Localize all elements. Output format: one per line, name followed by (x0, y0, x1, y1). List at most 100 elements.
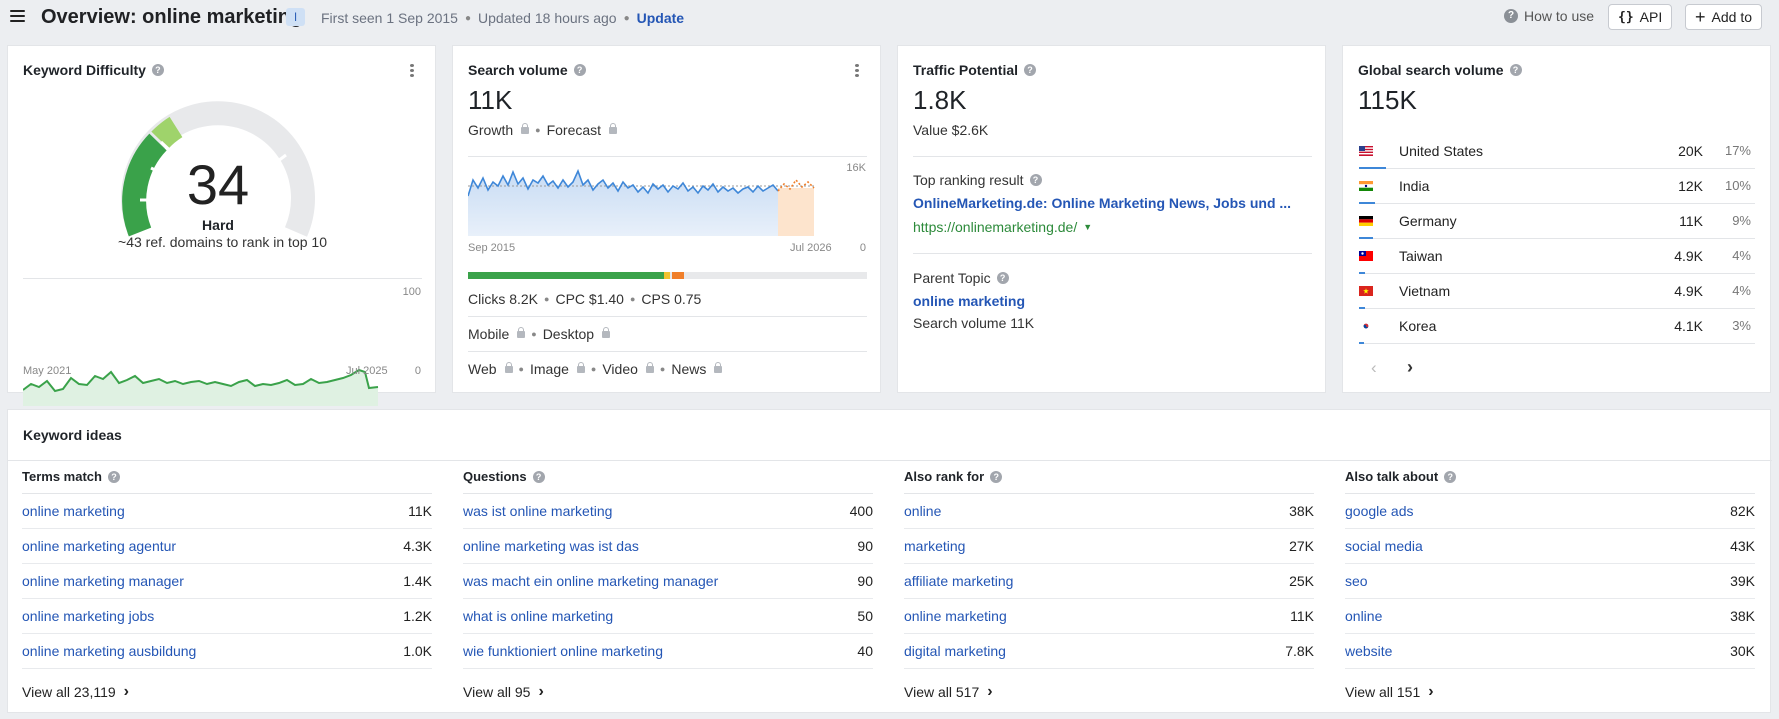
row-divider (913, 156, 1312, 157)
api-button[interactable]: {} API (1608, 4, 1673, 30)
braces-icon: {} (1618, 9, 1634, 25)
help-icon[interactable]: ? (1029, 174, 1042, 186)
country-volume: 4.9K (1674, 283, 1703, 299)
help-icon[interactable]: ? (996, 272, 1009, 284)
chevron-right-icon: › (1428, 683, 1434, 700)
keyword-idea-link[interactable]: online marketing (904, 608, 1007, 624)
lock-icon (602, 326, 611, 338)
help-icon[interactable]: ? (1444, 470, 1457, 483)
lock-icon (517, 326, 526, 338)
keyword-idea-link[interactable]: online (1345, 608, 1382, 624)
keyword-idea-link[interactable]: google ads (1345, 503, 1414, 519)
update-link[interactable]: Update (637, 10, 684, 26)
kd-chart-max: 100 (402, 286, 421, 298)
global-volume-label: Global search volume (1358, 62, 1504, 78)
keyword-idea-link[interactable]: website (1345, 643, 1392, 659)
keyword-idea-row: was macht ein online marketing manager 90 (463, 564, 873, 599)
info-badge[interactable]: I (286, 8, 305, 26)
keyword-idea-link[interactable]: what is online marketing (463, 608, 613, 624)
help-icon: ? (1504, 9, 1518, 23)
page-meta: First seen 1 Sep 2015 ● Updated 18 hours… (321, 10, 684, 26)
country-row[interactable]: Vietnam 4.9K 4% (1359, 274, 1755, 309)
caret-down-icon[interactable]: ▼ (1083, 222, 1092, 232)
difficulty-description: ~43 ref. domains to rank in top 10 (118, 234, 327, 250)
keyword-idea-row: social media 43K (1345, 529, 1755, 564)
keyword-idea-link[interactable]: online marketing agentur (22, 538, 176, 554)
view-all-link[interactable]: View all 23,119 › (22, 683, 129, 701)
top-result-url-row[interactable]: https://onlinemarketing.de/ ▼ (913, 219, 1092, 235)
country-name: Taiwan (1399, 248, 1443, 264)
row-divider (22, 668, 432, 669)
forecast-label: Forecast (546, 122, 602, 138)
country-row[interactable]: Korea 4.1K 3% (1359, 309, 1755, 344)
more-options-icon[interactable] (855, 64, 859, 78)
view-all-link[interactable]: View all 95 › (463, 683, 544, 701)
ideas-column-heading: Also talk about? (1345, 469, 1457, 484)
more-options-icon[interactable] (410, 64, 414, 78)
top-ranking-label-row: Top ranking result ? (913, 172, 1042, 188)
country-row[interactable]: Germany 11K 9% (1359, 204, 1755, 239)
keyword-idea-volume: 4.3K (403, 538, 432, 554)
keyword-idea-link[interactable]: online marketing manager (22, 573, 184, 589)
cpc-value: CPC $1.40 (555, 291, 624, 307)
country-row[interactable]: Taiwan 4.9K 4% (1359, 239, 1755, 274)
keyword-idea-row: website 30K (1345, 634, 1755, 669)
country-volume: 12K (1678, 178, 1703, 194)
keyword-idea-volume: 39K (1730, 573, 1755, 589)
top-result-title-link[interactable]: OnlineMarketing.de: Online Marketing New… (913, 195, 1291, 211)
keyword-idea-volume: 50 (857, 608, 873, 624)
next-page-icon[interactable]: › (1407, 357, 1413, 378)
separator-dot: ● (464, 12, 472, 24)
country-share-bar (1359, 342, 1364, 344)
help-icon[interactable]: ? (532, 470, 545, 483)
keyword-idea-link[interactable]: online marketing ausbildung (22, 643, 196, 659)
top-bar: Overview: online marketing I First seen … (0, 0, 1779, 36)
keyword-difficulty-label: Keyword Difficulty (23, 62, 146, 78)
country-row[interactable]: United States 20K 17% (1359, 134, 1755, 169)
search-volume-card: Search volume ? 11K Growth ● Forecast 16… (452, 45, 881, 393)
how-to-use-link[interactable]: ? How to use (1504, 8, 1594, 24)
keyword-idea-row: affiliate marketing 25K (904, 564, 1314, 599)
kd-chart-end: Jul 2025 (346, 365, 388, 377)
keyword-idea-link[interactable]: online (904, 503, 941, 519)
menu-icon[interactable] (10, 10, 25, 22)
help-icon[interactable]: ? (1509, 64, 1522, 76)
keyword-idea-link[interactable]: online marketing was ist das (463, 538, 639, 554)
germany-flag-icon (1359, 216, 1373, 226)
keyword-idea-link[interactable]: seo (1345, 573, 1368, 589)
traffic-potential-label: Traffic Potential (913, 62, 1019, 78)
gauge-fill-dark (122, 133, 167, 237)
help-icon[interactable]: ? (1024, 64, 1037, 76)
prev-page-icon[interactable]: ‹ (1371, 358, 1377, 378)
keyword-idea-link[interactable]: social media (1345, 538, 1423, 554)
help-icon[interactable]: ? (107, 470, 120, 483)
keyword-idea-link[interactable]: online marketing jobs (22, 608, 154, 624)
sv-history-chart (468, 168, 815, 236)
page-title: Overview: online marketing (41, 6, 303, 28)
view-all-link[interactable]: View all 517 › (904, 683, 993, 701)
top-result-url[interactable]: https://onlinemarketing.de/ (913, 219, 1077, 235)
keyword-idea-row: online marketing ausbildung 1.0K (22, 634, 432, 669)
keyword-idea-link[interactable]: digital marketing (904, 643, 1006, 659)
help-icon[interactable]: ? (151, 64, 164, 76)
country-row[interactable]: India 12K 10% (1359, 169, 1755, 204)
keyword-idea-link[interactable]: marketing (904, 538, 965, 554)
keyword-idea-link[interactable]: online marketing (22, 503, 125, 519)
help-icon[interactable]: ? (573, 64, 586, 76)
keyword-idea-link[interactable]: affiliate marketing (904, 573, 1013, 589)
keyword-idea-link[interactable]: was macht ein online marketing manager (463, 573, 718, 589)
keyword-idea-link[interactable]: wie funktioniert online marketing (463, 643, 663, 659)
view-all-link[interactable]: View all 151 › (1345, 683, 1434, 701)
help-icon[interactable]: ? (990, 470, 1003, 483)
growth-forecast-row: Growth ● Forecast (468, 122, 618, 138)
sv-chart-max: 16K (846, 162, 866, 174)
keyword-idea-row: what is online marketing 50 (463, 599, 873, 634)
add-to-button[interactable]: + Add to (1685, 4, 1762, 30)
lock-icon (504, 361, 513, 373)
parent-topic-link[interactable]: online marketing (913, 293, 1025, 309)
serp-type-row: Web ● Image ● Video ● News (468, 361, 723, 377)
keyword-idea-row: online marketing 11K (904, 599, 1314, 634)
taiwan-flag-icon (1359, 251, 1373, 261)
keyword-idea-link[interactable]: was ist online marketing (463, 503, 612, 519)
country-percent: 9% (1732, 213, 1751, 228)
